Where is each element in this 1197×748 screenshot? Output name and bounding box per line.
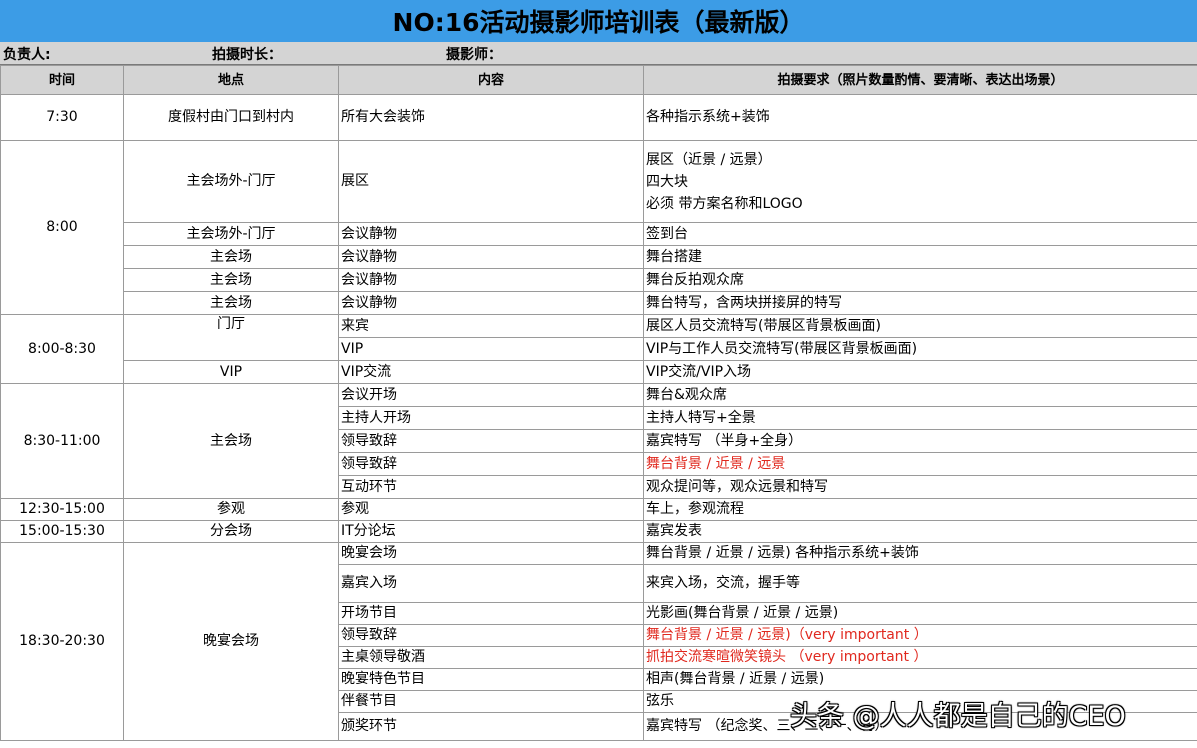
requirement-cell[interactable]: 舞台&观众席 bbox=[643, 383, 1197, 407]
meta-bar: 负责人: 拍摄时长： 摄影师： bbox=[0, 42, 1197, 65]
requirement-cell[interactable]: 各种指示系统+装饰 bbox=[643, 94, 1197, 141]
table-row: 15:00-15:30 分会场 IT分论坛 嘉宾发表 bbox=[0, 520, 1197, 543]
table-row: 8:00-8:30 门厅 来宾 展区人员交流特写(带展区背景板画面) bbox=[0, 314, 1197, 384]
duration-label: 拍摄时长： bbox=[212, 47, 282, 63]
time-cell[interactable]: 7:30 bbox=[0, 94, 124, 141]
header-place[interactable]: 地点 bbox=[123, 65, 339, 95]
requirement-line: 展区（近景 / 远景） bbox=[646, 151, 772, 168]
header-content[interactable]: 内容 bbox=[338, 65, 644, 95]
place-cell[interactable]: 主会场外-门厅 bbox=[123, 222, 339, 246]
content-cell[interactable]: 嘉宾入场 bbox=[338, 564, 644, 603]
requirement-cell[interactable]: 舞台背景 / 近景 / 远景 bbox=[643, 452, 1197, 476]
content-cell[interactable]: 开场节目 bbox=[338, 602, 644, 625]
table-row: 8:00 主会场外-门厅 展区 展区（近景 / 远景） 四大块 必须 带方案名称… bbox=[0, 140, 1197, 315]
requirement-cell[interactable]: 展区人员交流特写(带展区背景板画面) bbox=[643, 314, 1197, 338]
table-row: 主会场 会议静物 舞台反拍观众席 bbox=[1, 268, 1197, 292]
time-cell[interactable]: 18:30-20:30 bbox=[0, 542, 124, 741]
place-cell[interactable]: 晚宴会场 bbox=[123, 542, 339, 741]
requirement-cell[interactable]: 车上，参观流程 bbox=[643, 498, 1197, 521]
time-cell[interactable]: 12:30-15:00 bbox=[0, 498, 124, 521]
content-cell[interactable]: 参观 bbox=[338, 498, 644, 521]
place-cell[interactable]: 主会场 bbox=[123, 383, 339, 499]
time-cell[interactable]: 8:00 bbox=[0, 140, 124, 315]
content-cell[interactable]: 会议静物 bbox=[338, 245, 644, 269]
header-time[interactable]: 时间 bbox=[0, 65, 124, 95]
place-cell[interactable]: 主会场外-门厅 bbox=[123, 140, 339, 223]
requirement-cell[interactable]: 舞台特写，含两块拼接屏的特写 bbox=[643, 291, 1197, 315]
table-row: 主会场 会议静物 舞台搭建 bbox=[1, 245, 1197, 269]
content-cell[interactable]: 会议开场 bbox=[338, 383, 644, 407]
requirement-cell[interactable]: 嘉宾特写 （半身+全身） bbox=[643, 429, 1197, 453]
photographer-label: 摄影师： bbox=[446, 47, 502, 63]
header-row: 时间 地点 内容 拍摄要求（照片数量酌情、要清晰、表达出场景） bbox=[0, 65, 1197, 95]
requirement-cell[interactable]: 展区（近景 / 远景） 四大块 必须 带方案名称和LOGO bbox=[643, 140, 1197, 223]
time-cell[interactable]: 15:00-15:30 bbox=[0, 520, 124, 543]
time-cell[interactable]: 8:00-8:30 bbox=[0, 314, 124, 384]
content-cell[interactable]: 展区 bbox=[338, 140, 644, 223]
watermark-text: 头条 @人人都是自己的CEO bbox=[790, 701, 1126, 732]
table-row: 18:30-20:30 晚宴会场 晚宴会场 舞台背景 / 近景 / 远景) 各种… bbox=[0, 542, 1197, 741]
table-row: 主会场 会议静物 舞台特写，含两块拼接屏的特写 bbox=[1, 291, 1197, 315]
content-cell[interactable]: 伴餐节目 bbox=[338, 690, 644, 713]
place-cell[interactable]: 主会场 bbox=[123, 291, 339, 315]
content-cell[interactable]: 领导致辞 bbox=[338, 429, 644, 453]
requirement-cell[interactable]: 光影画(舞台背景 / 近景 / 远景) bbox=[643, 602, 1197, 625]
time-cell[interactable]: 8:30-11:00 bbox=[0, 383, 124, 499]
content-cell[interactable]: VIP bbox=[338, 337, 644, 361]
content-cell[interactable]: 所有大会装饰 bbox=[338, 94, 644, 141]
content-cell[interactable]: 领导致辞 bbox=[338, 624, 644, 647]
requirement-cell[interactable]: 舞台搭建 bbox=[643, 245, 1197, 269]
content-cell[interactable]: 主桌领导敬酒 bbox=[338, 646, 644, 669]
place-cell[interactable]: 分会场 bbox=[123, 520, 339, 543]
content-cell[interactable]: 会议静物 bbox=[338, 268, 644, 292]
requirement-cell[interactable]: 嘉宾发表 bbox=[643, 520, 1197, 543]
requirement-cell[interactable]: 舞台反拍观众席 bbox=[643, 268, 1197, 292]
requirement-cell[interactable]: 相声(舞台背景 / 近景 / 远景) bbox=[643, 668, 1197, 691]
content-cell[interactable]: VIP交流 bbox=[338, 360, 644, 384]
place-cell[interactable]: 参观 bbox=[123, 498, 339, 521]
requirement-cell[interactable]: 来宾入场，交流，握手等 bbox=[643, 564, 1197, 603]
sheet-title: NO:16活动摄影师培训表（最新版） bbox=[0, 0, 1197, 43]
content-cell[interactable]: IT分论坛 bbox=[338, 520, 644, 543]
place-cell[interactable]: 主会场 bbox=[123, 268, 339, 292]
table-row: 7:30 度假村由门口到村内 所有大会装饰 各种指示系统+装饰 bbox=[0, 94, 1197, 141]
requirement-cell[interactable]: 抓拍交流寒暄微笑镜头 （very important ） bbox=[643, 646, 1197, 669]
requirement-cell[interactable]: 观众提问等，观众远景和特写 bbox=[643, 475, 1197, 499]
place-cell[interactable]: 度假村由门口到村内 bbox=[123, 94, 339, 141]
owner-label: 负责人: bbox=[3, 47, 51, 63]
content-cell[interactable]: 会议静物 bbox=[338, 222, 644, 246]
content-cell[interactable]: 领导致辞 bbox=[338, 452, 644, 476]
place-cell[interactable]: VIP bbox=[123, 360, 339, 384]
table-row: VIP VIP交流 VIP交流/VIP入场 bbox=[1, 360, 1197, 384]
place-cell[interactable]: 主会场 bbox=[123, 245, 339, 269]
table-row: 主会场外-门厅 会议静物 签到台 bbox=[1, 222, 1197, 246]
content-cell[interactable]: 晚宴特色节目 bbox=[338, 668, 644, 691]
schedule-table: 时间 地点 内容 拍摄要求（照片数量酌情、要清晰、表达出场景） 7:30 度假村… bbox=[0, 65, 1197, 741]
requirement-cell[interactable]: 签到台 bbox=[643, 222, 1197, 246]
content-cell[interactable]: 来宾 bbox=[338, 314, 644, 338]
content-cell[interactable]: 颁奖环节 bbox=[338, 712, 644, 741]
requirement-line: 必须 带方案名称和LOGO bbox=[646, 195, 803, 212]
requirement-cell[interactable]: VIP交流/VIP入场 bbox=[643, 360, 1197, 384]
header-requirements[interactable]: 拍摄要求（照片数量酌情、要清晰、表达出场景） bbox=[643, 65, 1197, 95]
content-cell[interactable]: 会议静物 bbox=[338, 291, 644, 315]
requirement-cell[interactable]: 主持人特写+全景 bbox=[643, 406, 1197, 430]
content-cell[interactable]: 互动环节 bbox=[338, 475, 644, 499]
table-row: 8:30-11:00 主会场 会议开场 舞台&观众席 bbox=[0, 383, 1197, 499]
requirement-cell[interactable]: VIP与工作人员交流特写(带展区背景板画面) bbox=[643, 337, 1197, 361]
requirement-line: 四大块 bbox=[646, 173, 688, 190]
requirement-cell[interactable]: 舞台背景 / 近景 / 远景) 各种指示系统+装饰 bbox=[643, 542, 1197, 565]
content-cell[interactable]: 晚宴会场 bbox=[338, 542, 644, 565]
table-row: 12:30-15:00 参观 参观 车上，参观流程 bbox=[0, 498, 1197, 521]
content-cell[interactable]: 主持人开场 bbox=[338, 406, 644, 430]
place-cell[interactable]: 门厅 bbox=[123, 314, 339, 361]
requirement-cell[interactable]: 舞台背景 / 近景 / 远景)（very important ） bbox=[643, 624, 1197, 647]
